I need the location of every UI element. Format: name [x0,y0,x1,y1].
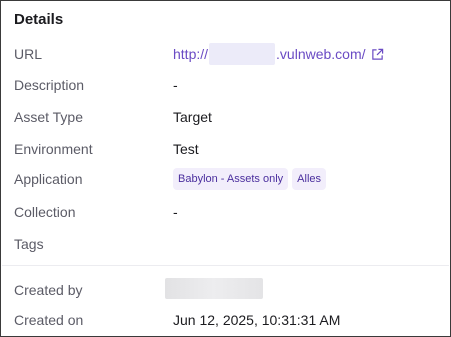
external-link-icon[interactable] [371,48,384,61]
application-tags: Babylon - Assets only Alles [173,168,327,190]
created-on-label: Created on [14,312,84,328]
url-suffix[interactable]: .vulnweb.com/ [276,46,365,62]
details-panel: Details URL http:// .vulnweb.com/ Descri… [0,0,451,337]
description-label: Description [14,77,85,93]
panel-title: Details [14,11,64,28]
url-prefix[interactable]: http:// [173,46,208,62]
created-on-value: Jun 12, 2025, 10:31:31 AM [173,312,341,328]
redacted-host [209,43,276,65]
application-tag[interactable]: Alles [292,168,327,190]
application-tag[interactable]: Babylon - Assets only [173,168,289,190]
url-label: URL [14,46,43,62]
created-by-label: Created by [14,282,83,298]
asset-type-label: Asset Type [14,109,84,125]
section-divider [2,265,449,266]
url-link[interactable]: http:// .vulnweb.com/ [173,43,384,65]
environment-value: Test [173,141,199,157]
collection-value: - [173,204,178,220]
asset-type-value: Target [173,109,212,125]
environment-label: Environment [14,141,93,157]
application-label: Application [14,171,83,187]
tags-label: Tags [14,236,44,252]
redacted-creator [165,278,263,299]
description-value: - [173,77,178,93]
collection-label: Collection [14,204,76,220]
